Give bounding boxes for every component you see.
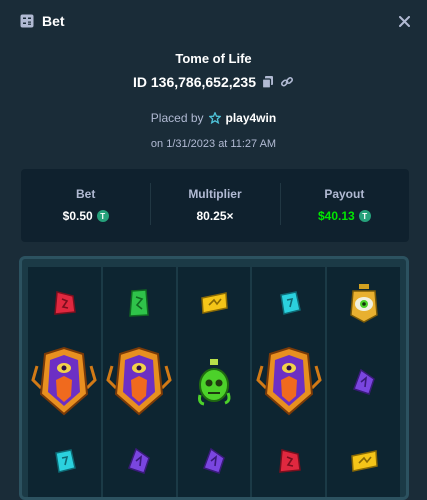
user-link[interactable]: play4win: [226, 111, 277, 125]
purple-pharaoh-symbol-icon: [103, 339, 176, 425]
purple-pharaoh-symbol-icon: [252, 339, 325, 425]
golden-eye-amulet-icon: [327, 267, 400, 339]
bet-id: ID 136,786,652,235: [133, 74, 256, 90]
reel-3: [177, 267, 251, 497]
stat-bet-label: Bet: [75, 187, 96, 201]
slot-board: [19, 256, 409, 500]
bet-id-row: ID 136,786,652,235: [0, 74, 427, 90]
stat-multiplier-value: 80.25×: [196, 209, 234, 223]
purple-rune-gem-icon: [327, 339, 400, 425]
copy-icon[interactable]: [261, 75, 275, 89]
red-rune-gem-icon: [252, 425, 325, 497]
stat-bet: Bet $0.50 T: [21, 169, 150, 242]
tether-icon: T: [96, 210, 109, 222]
stat-bet-value: $0.50 T: [63, 209, 109, 223]
bet-stats-panel: Bet $0.50 T Multiplier 80.25× Payout $40…: [21, 169, 409, 242]
red-rune-gem-icon: [28, 267, 101, 339]
purple-rune-gem-icon: [178, 425, 251, 497]
placed-by-row: Placed by play4win: [0, 111, 427, 125]
stat-payout-amount: $40.13: [317, 209, 355, 223]
link-icon[interactable]: [280, 75, 294, 89]
green-rune-gem-icon: [103, 267, 176, 339]
reel-1: [28, 267, 101, 497]
stat-bet-amount: $0.50: [62, 209, 93, 223]
modal-header: Bet: [0, 0, 427, 42]
yellow-rune-gem-icon: [178, 267, 251, 339]
purple-pharaoh-symbol-icon: [28, 339, 101, 425]
stat-payout-value: $40.13 T: [318, 209, 371, 223]
stat-payout: Payout $40.13 T: [279, 169, 409, 242]
cyan-rune-gem-icon: [252, 267, 325, 339]
green-potion-skull-icon: [178, 339, 251, 425]
stat-payout-label: Payout: [324, 187, 365, 201]
bet-icon: [20, 14, 34, 28]
game-title[interactable]: Tome of Life: [0, 51, 427, 66]
stat-multiplier-label: Multiplier: [188, 187, 242, 201]
purple-rune-gem-icon: [103, 425, 176, 497]
cyan-rune-gem-icon: [28, 425, 101, 497]
close-button[interactable]: [395, 12, 413, 30]
bet-date: on 1/31/2023 at 11:27 AM: [150, 138, 277, 150]
reel-4: [252, 267, 326, 497]
reel-2: [102, 267, 176, 497]
modal-title: Bet: [42, 13, 65, 29]
tether-icon: T: [358, 210, 371, 222]
stat-multiplier: Multiplier 80.25×: [150, 169, 279, 242]
yellow-rune-gem-icon: [327, 425, 400, 497]
placed-by-label: Placed by: [150, 111, 204, 125]
close-icon: [398, 15, 410, 27]
reel-5: [327, 267, 400, 497]
user-rank-icon: [208, 112, 221, 124]
